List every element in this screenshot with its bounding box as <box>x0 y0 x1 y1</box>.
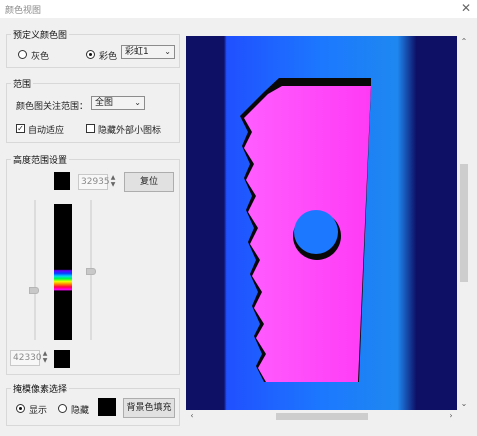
mask-label: 掩模像素选择 <box>11 382 70 395</box>
background-fill-button[interactable]: 背景色填充 <box>123 398 175 418</box>
hole <box>294 210 338 254</box>
range-label: 范围 <box>11 77 34 90</box>
upper-value: 32935 <box>81 177 110 187</box>
upper-spin-buttons[interactable]: ▲ ▼ <box>108 174 118 190</box>
vertical-scroll-thumb[interactable] <box>460 164 468 282</box>
upper-value-field[interactable]: 32935 <box>78 174 110 190</box>
show-radio[interactable] <box>16 404 25 413</box>
scroll-left-icon[interactable]: ‹ <box>186 410 198 422</box>
focus-range-dropdown[interactable]: 全图 ⌄ <box>91 96 145 110</box>
auto-fit-checkbox[interactable]: ✓ <box>16 124 25 133</box>
height-map <box>186 36 457 410</box>
color-radio-label: 彩色 <box>99 52 118 62</box>
hide-radio-label: 隐藏 <box>71 406 90 416</box>
horizontal-scrollbar[interactable]: ‹ › <box>186 410 457 422</box>
horizontal-scroll-thumb[interactable] <box>276 413 368 420</box>
lower-slider-thumb[interactable] <box>29 287 39 294</box>
color-radio[interactable] <box>86 50 95 59</box>
colorbar <box>54 204 72 340</box>
gray-radio[interactable] <box>18 50 27 59</box>
window-title: 颜色视图 <box>5 6 42 16</box>
hide-radio[interactable] <box>58 404 67 413</box>
focus-range-label: 颜色图关注范围： <box>16 102 89 112</box>
hide-icons-checkbox[interactable] <box>86 124 95 133</box>
reset-button[interactable]: 复位 <box>124 172 174 192</box>
scroll-down-icon[interactable]: ⌄ <box>457 398 471 410</box>
predefined-colormap-label: 预定义颜色图 <box>11 28 70 41</box>
palette-value: 彩虹1 <box>125 47 149 57</box>
hide-icons-label: 隐藏外部小图标 <box>98 126 162 136</box>
lower-spin-buttons[interactable]: ▲ ▼ <box>40 350 50 366</box>
chevron-down-icon: ⌄ <box>134 98 141 107</box>
auto-fit-label: 自动适应 <box>28 126 65 136</box>
scroll-right-icon[interactable]: › <box>445 410 457 422</box>
lower-value-field[interactable]: 42330 <box>10 350 42 366</box>
height-range-label: 高度范围设置 <box>11 153 70 166</box>
palette-dropdown[interactable]: 彩虹1 ⌄ <box>121 45 175 59</box>
mask-color-swatch[interactable] <box>98 398 116 416</box>
gray-radio-label: 灰色 <box>31 52 50 62</box>
lower-color-swatch[interactable] <box>54 350 70 368</box>
upper-slider-thumb[interactable] <box>86 268 96 275</box>
title-bar <box>0 0 477 18</box>
close-icon[interactable]: ✕ <box>458 0 474 16</box>
color-view-image[interactable] <box>186 36 457 410</box>
scroll-up-icon[interactable]: ⌃ <box>457 36 471 48</box>
lower-slider-track[interactable] <box>34 200 36 340</box>
upper-color-swatch[interactable] <box>54 172 70 190</box>
show-radio-label: 显示 <box>29 406 48 416</box>
vertical-scrollbar[interactable]: ⌃ ⌄ <box>457 36 471 410</box>
chevron-down-icon: ⌄ <box>164 47 171 56</box>
lower-value: 42330 <box>13 353 42 363</box>
focus-range-value: 全图 <box>95 98 114 108</box>
